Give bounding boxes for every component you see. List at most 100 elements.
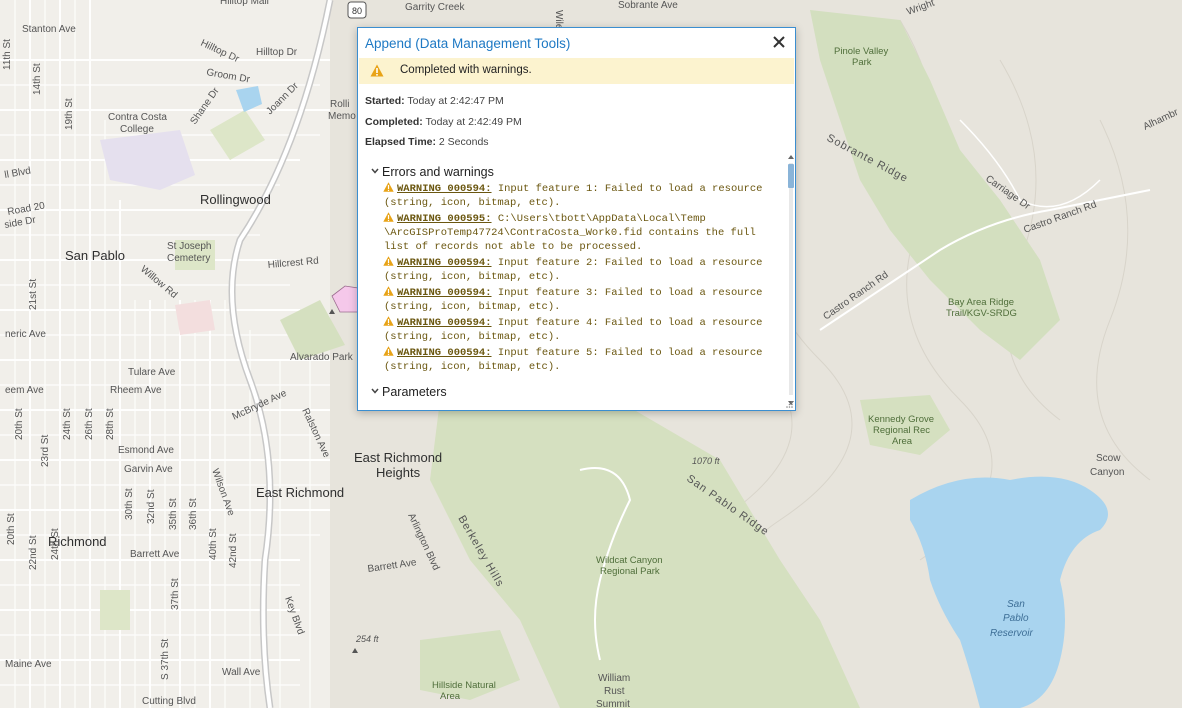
status-banner: Completed with warnings. [359, 58, 794, 84]
svg-text:28th St: 28th St [105, 408, 116, 440]
svg-text:S 37th St: S 37th St [160, 639, 171, 680]
svg-text:Wildcat Canyon: Wildcat Canyon [596, 555, 663, 566]
warning-message: WARNING 000594: Input feature 5: Failed … [383, 346, 762, 360]
warning-message: WARNING 000594: Input feature 3: Failed … [383, 286, 762, 300]
messages-scrollbar[interactable] [787, 153, 795, 407]
chevron-down-icon [371, 388, 379, 394]
warning-icon [383, 256, 394, 266]
svg-text:Rust: Rust [604, 686, 625, 697]
svg-text:East Richmond: East Richmond [354, 450, 442, 465]
svg-text:Garrity Creek: Garrity Creek [405, 2, 465, 13]
svg-text:26th St: 26th St [84, 408, 95, 440]
warning-message-cont: \ArcGISProTemp47724\ContraCosta_Work0.fi… [384, 227, 756, 239]
warning-icon [383, 346, 394, 356]
svg-text:Kennedy Grove: Kennedy Grove [868, 414, 934, 425]
warning-code-link[interactable]: WARNING 000595: [397, 213, 492, 225]
completed-value: Today at 2:42:49 PM [425, 116, 522, 128]
warning-code-link[interactable]: WARNING 000594: [397, 183, 492, 195]
svg-text:Wall Ave: Wall Ave [222, 667, 261, 678]
svg-text:Pinole Valley: Pinole Valley [834, 46, 888, 57]
svg-text:Trail/KGV-SRDG: Trail/KGV-SRDG [946, 308, 1017, 319]
svg-text:St Joseph: St Joseph [167, 241, 211, 252]
elapsed-row: Elapsed Time: 2 Seconds [365, 136, 489, 148]
svg-text:Summit: Summit [596, 699, 630, 708]
svg-text:1070 ft: 1070 ft [692, 456, 720, 466]
warning-message-cont: (string, icon, bitmap, etc). [384, 271, 561, 283]
warning-code-link[interactable]: WARNING 000594: [397, 317, 492, 329]
scroll-up-arrow-icon[interactable] [787, 153, 795, 161]
parameters-section-toggle[interactable]: Parameters [371, 385, 447, 399]
warning-message-cont: (string, icon, bitmap, etc). [384, 331, 561, 343]
svg-text:Esmond Ave: Esmond Ave [118, 445, 174, 456]
svg-text:San: San [1007, 599, 1025, 610]
scroll-track[interactable] [789, 163, 793, 395]
svg-text:Sobrante Ave: Sobrante Ave [618, 0, 678, 11]
svg-text:36th St: 36th St [188, 498, 199, 530]
svg-text:14th St: 14th St [32, 63, 43, 95]
svg-text:San Pablo: San Pablo [65, 248, 125, 263]
svg-text:Contra Costa: Contra Costa [108, 112, 167, 123]
warning-icon [383, 286, 394, 296]
geoprocessing-message-popup: Append (Data Management Tools) Completed… [357, 27, 796, 411]
svg-text:Hillside Natural: Hillside Natural [432, 680, 496, 691]
svg-text:Cutting Blvd: Cutting Blvd [142, 696, 196, 707]
errors-section-label: Errors and warnings [382, 165, 494, 179]
started-value: Today at 2:42:47 PM [407, 95, 504, 107]
svg-text:42nd St: 42nd St [228, 533, 239, 568]
errors-section-toggle[interactable]: Errors and warnings [371, 165, 494, 179]
svg-text:Area: Area [440, 691, 461, 702]
parameters-section-label: Parameters [382, 385, 447, 399]
warning-code-link[interactable]: WARNING 000594: [397, 347, 492, 359]
svg-text:30th St: 30th St [124, 488, 135, 520]
warning-icon [383, 182, 394, 192]
scroll-thumb[interactable] [788, 164, 794, 188]
svg-text:Park: Park [852, 57, 872, 68]
svg-text:William: William [598, 673, 630, 684]
warning-message-cont: list of records not able to be processed… [384, 241, 643, 253]
svg-text:254 ft: 254 ft [355, 634, 379, 644]
svg-text:Hilltop Dr: Hilltop Dr [256, 47, 298, 58]
svg-text:37th St: 37th St [170, 578, 181, 610]
started-row: Started: Today at 2:42:47 PM [365, 95, 504, 107]
warning-code-link[interactable]: WARNING 000594: [397, 287, 492, 299]
svg-text:Hilltop Mall: Hilltop Mall [220, 0, 269, 7]
svg-text:22nd St: 22nd St [28, 535, 39, 570]
warning-message-cont: (string, icon, bitmap, etc). [384, 361, 561, 373]
completed-label: Completed: [365, 116, 423, 128]
messages-panel[interactable]: Errors and warnings WARNING 000594: Inpu… [365, 152, 797, 407]
warning-message: WARNING 000595: C:\Users\tbott\AppData\L… [383, 212, 706, 226]
svg-text:Memo: Memo [328, 111, 356, 122]
svg-text:20th St: 20th St [14, 408, 25, 440]
svg-text:eem Ave: eem Ave [5, 385, 44, 396]
warning-message-cont: (string, icon, bitmap, etc). [384, 301, 561, 313]
svg-text:40th St: 40th St [208, 528, 219, 560]
svg-text:neric Ave: neric Ave [5, 329, 46, 340]
svg-text:Garvin Ave: Garvin Ave [124, 464, 173, 475]
resize-grip-icon[interactable] [785, 400, 793, 408]
svg-text:32nd St: 32nd St [146, 489, 157, 524]
elapsed-label: Elapsed Time: [365, 136, 436, 148]
svg-text:Pablo: Pablo [1003, 613, 1029, 624]
svg-text:Bay Area Ridge: Bay Area Ridge [948, 297, 1014, 308]
svg-text:24th St: 24th St [50, 528, 61, 560]
svg-text:19th St: 19th St [64, 98, 75, 130]
svg-text:Rolli: Rolli [330, 99, 349, 110]
svg-text:Stanton Ave: Stanton Ave [22, 24, 76, 35]
svg-text:Barrett Ave: Barrett Ave [130, 549, 180, 560]
close-button[interactable] [771, 35, 787, 51]
svg-text:35th St: 35th St [168, 498, 179, 530]
svg-text:24th St: 24th St [62, 408, 73, 440]
warning-icon [370, 64, 384, 77]
chevron-down-icon [371, 168, 379, 174]
svg-text:23rd St: 23rd St [40, 435, 51, 467]
warning-code-link[interactable]: WARNING 000594: [397, 257, 492, 269]
warning-message: WARNING 000594: Input feature 1: Failed … [383, 182, 762, 196]
svg-text:Maine Ave: Maine Ave [5, 659, 52, 670]
svg-text:Regional Rec: Regional Rec [873, 425, 930, 436]
svg-text:11th St: 11th St [2, 39, 13, 70]
warning-message: WARNING 000594: Input feature 2: Failed … [383, 256, 762, 270]
warning-message-cont: (string, icon, bitmap, etc). [384, 197, 561, 209]
svg-text:Canyon: Canyon [1090, 467, 1124, 478]
started-label: Started: [365, 95, 405, 107]
svg-text:Cemetery: Cemetery [167, 253, 210, 264]
